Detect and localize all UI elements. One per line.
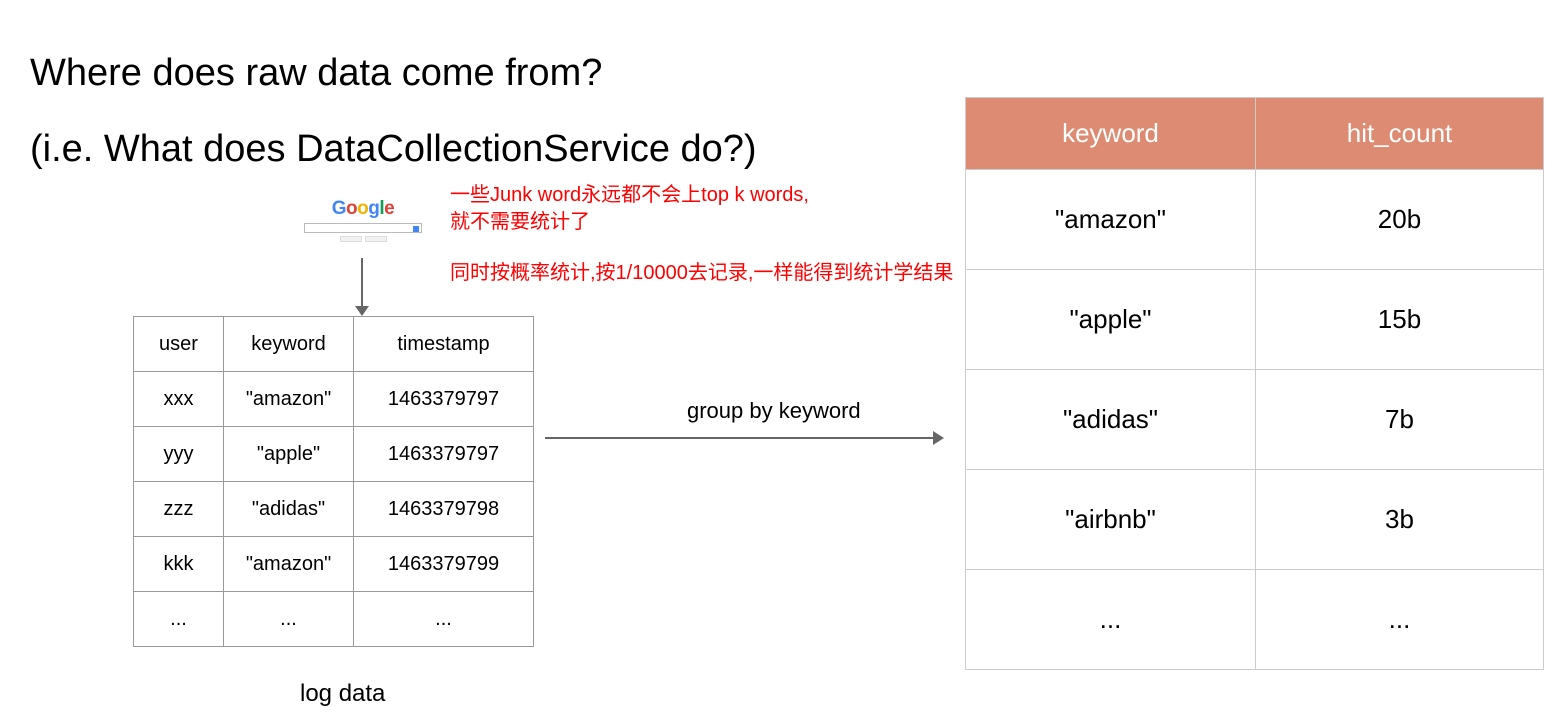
cell: "adidas" (224, 482, 354, 537)
page-title-line2: (i.e. What does DataCollectionService do… (30, 128, 757, 171)
cell: "apple" (224, 427, 354, 482)
hit-count-table: keyword hit_count "amazon"20b "apple"15b… (965, 97, 1544, 670)
table-header-row: keyword hit_count (966, 98, 1544, 170)
google-button-icon (365, 236, 387, 242)
google-logo-letter: g (368, 198, 379, 219)
annotation-sampling: 同时按概率统计,按1/10000去记录,一样能得到统计学结果 (450, 256, 953, 285)
cell: "amazon" (966, 170, 1256, 270)
cell: "amazon" (224, 372, 354, 427)
google-search-bar-icon (304, 223, 422, 233)
cell: ... (966, 570, 1256, 670)
table-row: kkk"amazon"1463379799 (134, 537, 534, 592)
table-row: "apple"15b (966, 270, 1544, 370)
table-row: zzz"adidas"1463379798 (134, 482, 534, 537)
cell: "amazon" (224, 537, 354, 592)
cell: zzz (134, 482, 224, 537)
table-header-row: user keyword timestamp (134, 317, 534, 372)
annotation-junk-words: 一些Junk word永远都不会上top k words, 就不需要统计了 (450, 182, 809, 236)
table-row: "airbnb"3b (966, 470, 1544, 570)
log-data-table: user keyword timestamp xxx"amazon"146337… (133, 316, 534, 647)
table-row: yyy"apple"1463379797 (134, 427, 534, 482)
cell: yyy (134, 427, 224, 482)
page-title-line1: Where does raw data come from? (30, 52, 602, 95)
cell: 1463379799 (354, 537, 534, 592)
col-timestamp: timestamp (354, 317, 534, 372)
cell: 1463379797 (354, 427, 534, 482)
annotation-line: 一些Junk word永远都不会上top k words, (450, 184, 809, 206)
google-logo-letter: o (346, 198, 357, 219)
cell: ... (134, 592, 224, 647)
cell: 3b (1256, 470, 1544, 570)
col-keyword: keyword (224, 317, 354, 372)
google-logo: Google (298, 198, 428, 220)
table-row: "amazon"20b (966, 170, 1544, 270)
google-search-mock: Google (298, 198, 428, 242)
table-row: ......... (134, 592, 534, 647)
table-row: ...... (966, 570, 1544, 670)
groupby-label: group by keyword (687, 398, 861, 424)
google-logo-letter: e (384, 198, 394, 219)
google-logo-letter: o (357, 198, 368, 219)
cell: "adidas" (966, 370, 1256, 470)
cell: 1463379797 (354, 372, 534, 427)
cell: xxx (134, 372, 224, 427)
cell: 20b (1256, 170, 1544, 270)
google-button-icon (340, 236, 362, 242)
cell: ... (354, 592, 534, 647)
cell: "airbnb" (966, 470, 1256, 570)
col-hit-count: hit_count (1256, 98, 1544, 170)
table-row: "adidas"7b (966, 370, 1544, 470)
col-user: user (134, 317, 224, 372)
cell: 1463379798 (354, 482, 534, 537)
cell: 15b (1256, 270, 1544, 370)
google-buttons-icon (298, 236, 428, 242)
cell: ... (224, 592, 354, 647)
cell: "apple" (966, 270, 1256, 370)
cell: 7b (1256, 370, 1544, 470)
cell: kkk (134, 537, 224, 592)
log-data-label: log data (300, 680, 385, 708)
annotation-line: 就不需要统计了 (450, 211, 590, 233)
col-keyword: keyword (966, 98, 1256, 170)
cell: ... (1256, 570, 1544, 670)
table-row: xxx"amazon"1463379797 (134, 372, 534, 427)
google-logo-letter: G (332, 198, 346, 219)
